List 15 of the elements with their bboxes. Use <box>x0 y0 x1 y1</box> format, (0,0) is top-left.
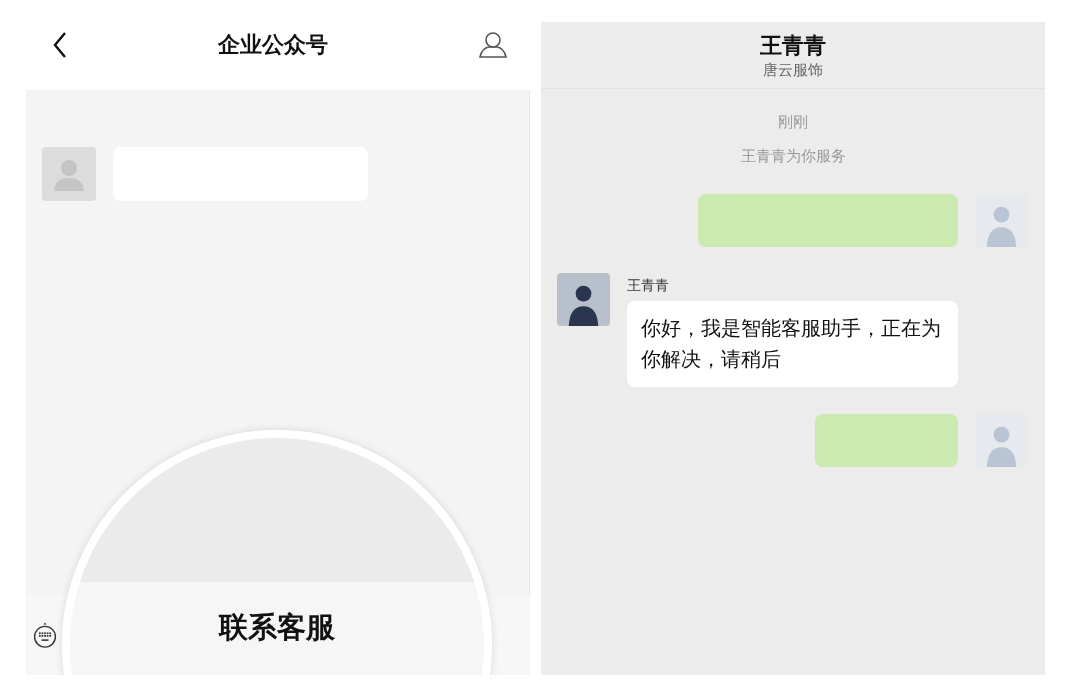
contact-name: 王青青 <box>760 31 826 60</box>
screen-title: 企业公众号 <box>218 31 328 59</box>
avatar <box>975 414 1028 467</box>
keyboard-icon[interactable] <box>32 621 58 649</box>
company-name: 唐云服饰 <box>763 60 823 80</box>
profile-icon[interactable] <box>478 31 508 59</box>
sender-name: 王青青 <box>627 277 669 295</box>
timestamp: 刚刚 <box>778 113 808 132</box>
avatar <box>557 273 610 326</box>
system-notice: 王青青为你服务 <box>740 147 846 166</box>
back-icon[interactable] <box>52 31 68 59</box>
message-bubble: 你好，我是智能客服助手，正在为你解决，请稍后 <box>627 301 958 387</box>
avatar <box>975 194 1028 247</box>
contact-service-button[interactable]: 联系客服 <box>215 608 339 648</box>
avatar-icon <box>42 147 96 201</box>
